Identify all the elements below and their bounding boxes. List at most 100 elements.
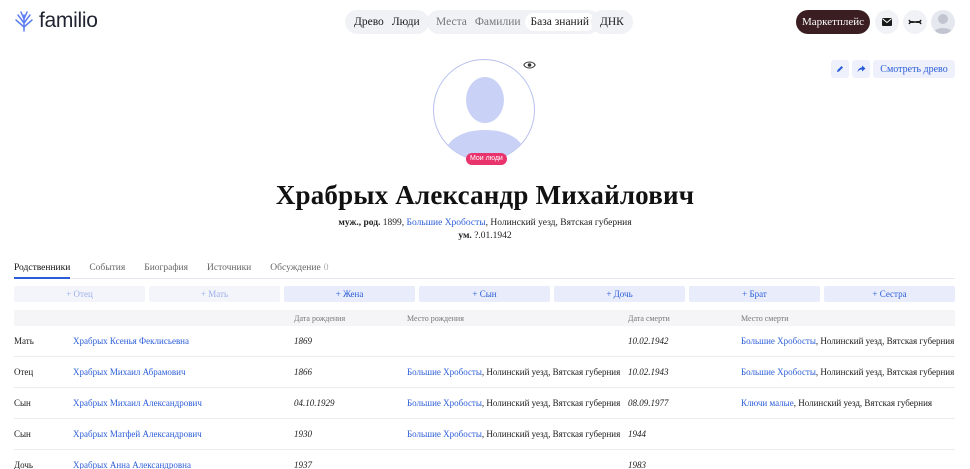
dna-icon: [908, 19, 922, 25]
nav-dna[interactable]: ДНК: [596, 16, 628, 28]
add-brother-button[interactable]: + Брат: [689, 286, 820, 302]
nav-places[interactable]: Места: [432, 16, 471, 28]
profile-tabs: Родственники События Биография Источники…: [14, 263, 955, 279]
tab-sources[interactable]: Источники: [207, 263, 251, 279]
birth-place: Большие Хробосты, Нолинский уезд, Вятска…: [407, 357, 620, 387]
death-date: 10.02.1942: [628, 336, 669, 346]
death-date: ?.01.1942: [471, 231, 512, 241]
edit-button[interactable]: [831, 60, 849, 78]
header-birth-place: Место рождения: [407, 313, 464, 323]
death-place-rest: , Нолинский уезд, Вятская губерния: [815, 367, 955, 377]
person-silhouette-icon: [442, 77, 528, 160]
add-relative-buttons: + Отец + Мать + Жена + Сын + Дочь + Брат…: [14, 286, 955, 302]
birth-place-rest: , Нолинский уезд, Вятская губерния: [481, 398, 621, 408]
birth-label: муж., род.: [338, 218, 381, 228]
person-name: Храбрых Александр Михайлович: [275, 180, 695, 210]
tree-logo-icon: [15, 11, 33, 32]
death-label: ум.: [458, 231, 472, 241]
birth-place-rest: , Нолинский уезд, Вятская губерния: [481, 367, 621, 377]
death-place-link[interactable]: Большие Хробосты: [741, 367, 816, 377]
relative-name-link[interactable]: Храбрых Михаил Абрамович: [73, 357, 186, 387]
add-sister-button[interactable]: + Сестра: [824, 286, 955, 302]
dna-button[interactable]: [903, 10, 927, 34]
birth-place-link[interactable]: Большие Хробосты: [407, 398, 482, 408]
nav-group-dna: ДНК: [591, 10, 633, 34]
nav-people[interactable]: Люди: [388, 16, 424, 28]
mail-button[interactable]: [875, 10, 899, 34]
table-row: Сын Храбрых Матфей Александрович 1930 Бо…: [14, 419, 955, 450]
relative-name-link[interactable]: Храбрых Михаил Александрович: [73, 388, 202, 418]
birth-place-rest: , Нолинский уезд, Вятская губерния: [485, 218, 632, 228]
profile-photo[interactable]: [433, 59, 535, 161]
logo[interactable]: familio: [14, 9, 98, 33]
table-row: Сын Храбрых Михаил Александрович 04.10.1…: [14, 388, 955, 419]
birth-date: 1930: [294, 429, 312, 439]
relation: Мать: [14, 336, 34, 346]
add-son-button[interactable]: + Сын: [419, 286, 550, 302]
my-people-badge: Мои люди: [466, 153, 507, 165]
birth-place-link[interactable]: Большие Хробосты: [407, 218, 486, 228]
user-avatar-icon: [933, 14, 953, 34]
nav-group-knowledge: Места Фамилии База знаний: [427, 10, 601, 34]
nav-surnames[interactable]: Фамилии: [471, 16, 525, 28]
tab-discussion-label: Обсуждение: [270, 263, 321, 273]
tab-discussion[interactable]: Обсуждение 0: [270, 263, 328, 279]
birth-date: 04.10.1929: [294, 398, 335, 408]
marketplace-button[interactable]: Маркетплейс: [796, 10, 870, 34]
table-row: Мать Храбрых Ксенья Феклисьевна 1869 10.…: [14, 326, 955, 357]
tab-relatives[interactable]: Родственники: [14, 263, 71, 279]
mail-icon: [882, 18, 892, 26]
death-info: ум. ?.01.1942: [0, 231, 970, 241]
relation: Отец: [14, 367, 34, 377]
birth-info: муж., род. 1899, Большие Хробосты, Нолин…: [0, 218, 970, 228]
birth-year: 1899,: [380, 218, 407, 228]
birth-date: 1937: [294, 460, 312, 469]
birth-place: Большие Хробосты, Нолинский уезд, Вятска…: [407, 388, 620, 418]
death-place-rest: , Нолинский уезд, Вятская губерния: [815, 336, 955, 346]
birth-place-link[interactable]: Большие Хробосты: [407, 367, 482, 377]
death-place-link[interactable]: Большие Хробосты: [741, 336, 816, 346]
add-daughter-button[interactable]: + Дочь: [554, 286, 685, 302]
birth-date: 1866: [294, 367, 312, 377]
header-death-date: Дата смерти: [628, 313, 670, 323]
relative-name-link[interactable]: Храбрых Анна Александровна: [73, 450, 191, 469]
share-arrow-icon: [857, 65, 865, 73]
nav-group-tree: Древо Люди: [345, 10, 429, 34]
death-place-link[interactable]: Ключи малые: [741, 398, 794, 408]
view-tree-button[interactable]: Смотреть древо: [873, 60, 955, 78]
user-avatar[interactable]: [931, 10, 955, 34]
death-place-rest: , Нолинский уезд, Вятская губерния: [793, 398, 933, 408]
add-father-button: + Отец: [14, 286, 145, 302]
header-birth-date: Дата рождения: [294, 313, 346, 323]
eye-icon[interactable]: [523, 60, 536, 70]
birth-place-rest: , Нолинский уезд, Вятская губерния: [481, 429, 621, 439]
nav-knowledge-base[interactable]: База знаний: [524, 13, 596, 31]
header-death-place: Место смерти: [741, 313, 789, 323]
share-button[interactable]: [852, 60, 870, 78]
table-header: Дата рождения Место рождения Дата смерти…: [14, 310, 955, 326]
tab-biography[interactable]: Биография: [144, 263, 188, 279]
nav-tree[interactable]: Древо: [350, 16, 388, 28]
add-mother-button: + Мать: [149, 286, 280, 302]
death-date: 1944: [628, 429, 646, 439]
discussion-count: 0: [323, 263, 329, 273]
death-place: Большие Хробосты, Нолинский уезд, Вятска…: [741, 326, 954, 356]
relative-name-link[interactable]: Храбрых Матфей Александрович: [73, 419, 202, 449]
birth-place: Большие Хробосты, Нолинский уезд, Вятска…: [407, 419, 620, 449]
tab-events[interactable]: События: [89, 263, 125, 279]
relative-name-link[interactable]: Храбрых Ксенья Феклисьевна: [73, 326, 189, 356]
birth-place-link[interactable]: Большие Хробосты: [407, 429, 482, 439]
relation: Сын: [14, 398, 31, 408]
relation: Дочь: [14, 460, 34, 469]
death-date: 10.02.1943: [628, 367, 669, 377]
logo-text: familio: [39, 9, 98, 32]
table-row: Отец Храбрых Михаил Абрамович 1866 Больш…: [14, 357, 955, 388]
death-date: 08.09.1977: [628, 398, 669, 408]
add-wife-button[interactable]: + Жена: [284, 286, 415, 302]
death-place: Ключи малые, Нолинский уезд, Вятская губ…: [741, 388, 932, 418]
relatives-table: Дата рождения Место рождения Дата смерти…: [14, 310, 955, 469]
relation: Сын: [14, 429, 31, 439]
header: familio Древо Люди Места Фамилии База зн…: [0, 0, 970, 44]
birth-date: 1869: [294, 336, 312, 346]
death-place: Большие Хробосты, Нолинский уезд, Вятска…: [741, 357, 954, 387]
